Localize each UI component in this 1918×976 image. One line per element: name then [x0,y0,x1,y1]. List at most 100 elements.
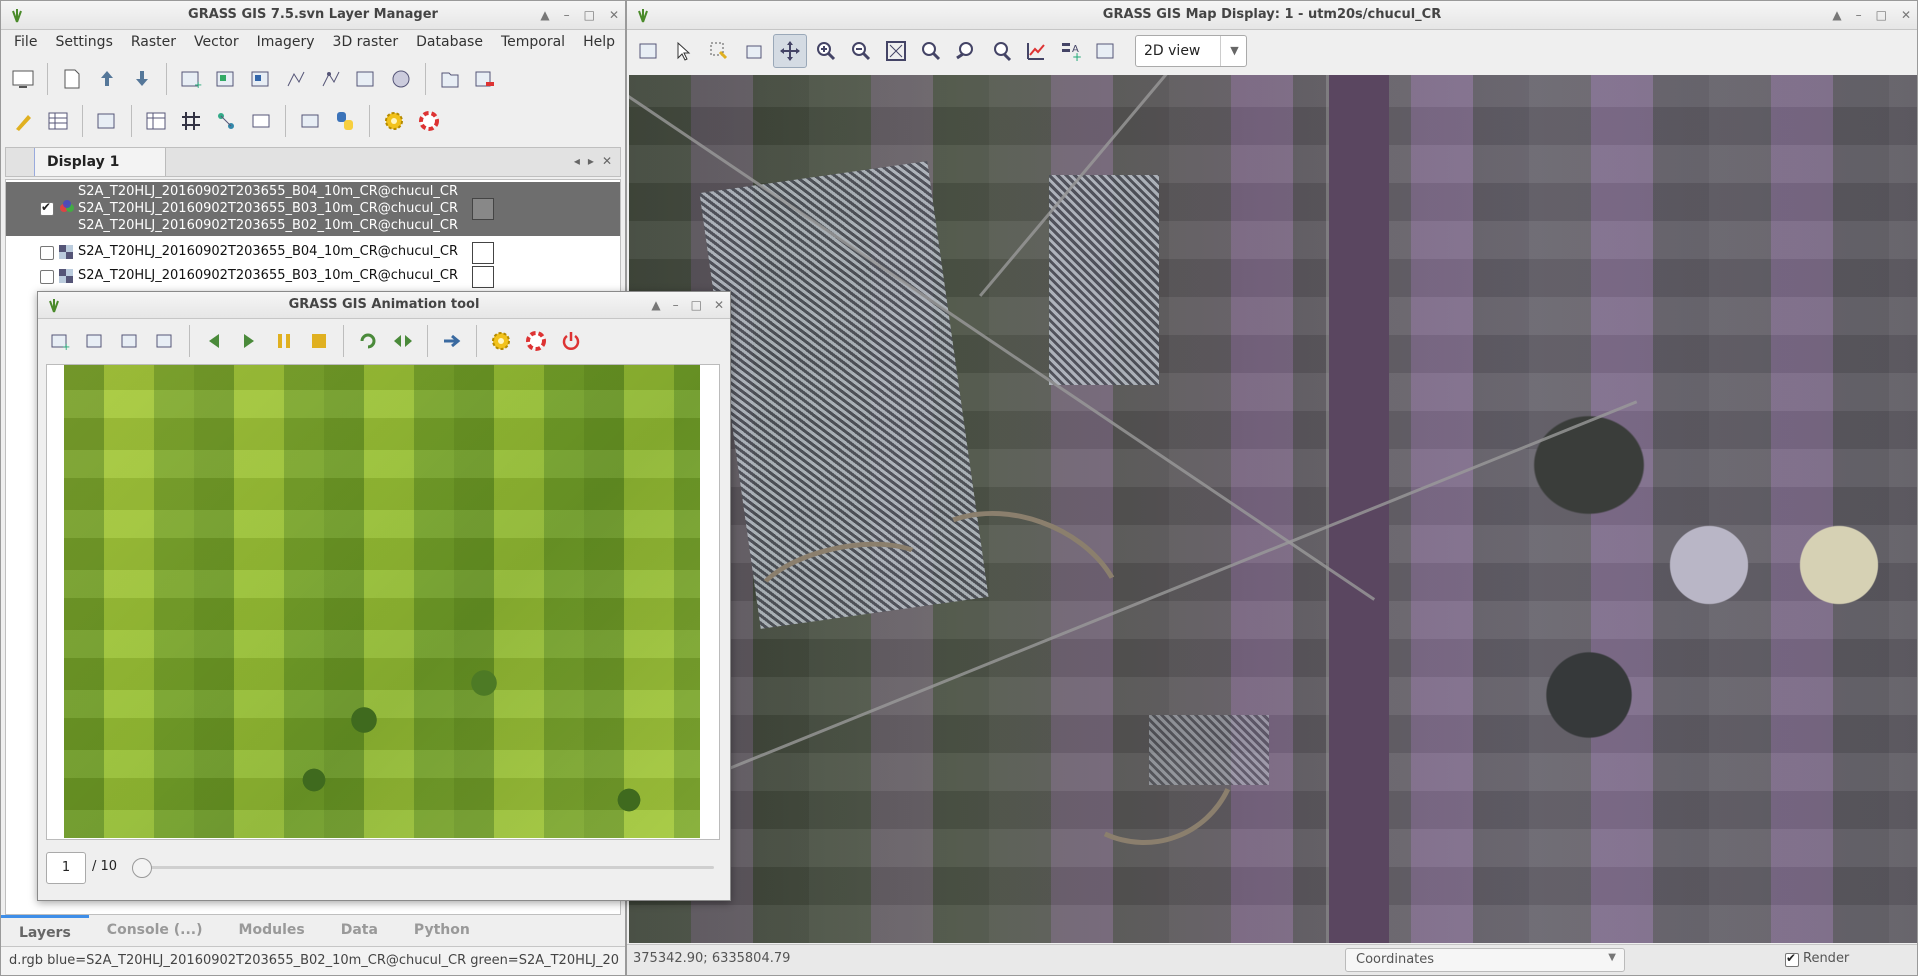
layer-b04-checkbox[interactable] [40,246,54,260]
add-overlay-icon[interactable] [350,63,382,95]
frame-slider[interactable] [132,858,714,878]
select-icon[interactable] [703,35,735,67]
add-vector-misc-icon[interactable] [315,63,347,95]
chevron-down-icon[interactable]: ▼ [1220,36,1248,66]
close-icon[interactable]: ✕ [714,292,724,318]
menu-database[interactable]: Database [407,34,492,50]
layer-row-rgb[interactable]: S2A_T20HLJ_20160902T203655_B04_10m_CR@ch… [6,182,620,236]
menu-3d-raster[interactable]: 3D raster [324,34,408,50]
cartographic-icon[interactable] [140,105,172,137]
pause-icon[interactable] [268,325,300,357]
minimize-icon[interactable]: – [1856,1,1862,29]
frame-spinner[interactable]: 1 [46,852,86,884]
export-animation-icon[interactable] [149,325,181,357]
menu-imagery[interactable]: Imagery [248,34,324,50]
save-display-icon[interactable] [1090,35,1122,67]
render-checkbox[interactable] [1785,951,1799,967]
tab-data[interactable]: Data [323,915,396,945]
help-lifebuoy-icon[interactable] [520,325,552,357]
play-forward-icon[interactable] [233,325,265,357]
edit-animation-icon[interactable] [79,325,111,357]
zoom-in-icon[interactable] [810,35,842,67]
layer-rgb-legend-icon[interactable] [472,198,494,220]
decorations-icon[interactable]: A + [1055,35,1087,67]
zoom-region-icon[interactable] [915,35,947,67]
add-group-icon[interactable] [434,63,466,95]
help-lifebuoy-icon[interactable] [413,105,445,137]
layer-b04-legend-icon[interactable] [472,242,494,264]
add-vector-icon[interactable] [280,63,312,95]
layer-b03-checkbox[interactable] [40,270,54,284]
menu-settings[interactable]: Settings [46,34,121,50]
tab-python[interactable]: Python [396,915,488,945]
maximize-icon[interactable]: □ [584,1,595,29]
attribute-table-icon[interactable] [42,105,74,137]
save-workspace-icon[interactable] [126,63,158,95]
map-calculator-icon[interactable] [91,105,123,137]
speed-arrow-icon[interactable] [436,325,468,357]
settings-gear-icon[interactable] [485,325,517,357]
chevron-down-icon[interactable]: ▼ [1608,952,1616,963]
add-3d-icon[interactable] [385,63,417,95]
add-multiple-rasters-icon[interactable] [245,63,277,95]
up-arrow-icon[interactable]: ▲ [1832,1,1841,29]
layer-b03-legend-icon[interactable] [472,266,494,288]
tab-next-icon[interactable]: ▸ [588,154,594,168]
grid-icon[interactable] [175,105,207,137]
render-map-icon[interactable] [633,35,665,67]
command-line[interactable]: d.rgb blue=S2A_T20HLJ_20160902T203655_B0… [1,946,625,975]
georectifier-icon[interactable] [245,105,277,137]
menu-file[interactable]: File [5,34,46,50]
tab-layers[interactable]: Layers [1,915,89,945]
menu-temporal[interactable]: Temporal [492,34,574,50]
new-workspace-icon[interactable] [56,63,88,95]
zoom-back-icon[interactable] [950,35,982,67]
analyze-icon[interactable] [1020,35,1052,67]
add-animation-icon[interactable]: + [44,325,76,357]
layer-row-b03[interactable]: S2A_T20HLJ_20160902T203655_B03_10m_CR@ch… [6,264,620,288]
ping-pong-icon[interactable] [387,325,419,357]
map-canvas[interactable] [629,75,1917,943]
frame-slider-knob[interactable] [132,858,152,878]
menu-vector[interactable]: Vector [185,34,248,50]
loop-icon[interactable] [352,325,384,357]
menu-raster[interactable]: Raster [122,34,185,50]
minimize-icon[interactable]: – [564,1,570,29]
play-backward-icon[interactable] [198,325,230,357]
up-arrow-icon[interactable]: ▲ [651,292,660,318]
tab-console[interactable]: Console (...) [89,915,221,945]
stop-icon[interactable] [303,325,335,357]
tab-display-1[interactable]: Display 1 [34,148,166,176]
tab-prev-icon[interactable]: ◂ [574,154,580,168]
add-rgb-icon[interactable] [210,63,242,95]
zoom-out-icon[interactable] [845,35,877,67]
pointer-icon[interactable] [668,35,700,67]
python-shell-icon[interactable] [329,105,361,137]
digitize-icon[interactable] [7,105,39,137]
tab-modules[interactable]: Modules [221,915,323,945]
remove-layer-icon[interactable] [469,63,501,95]
animation-view[interactable] [64,365,700,838]
up-arrow-icon[interactable]: ▲ [540,1,549,29]
new-display-icon[interactable] [7,63,39,95]
maximize-icon[interactable]: □ [691,292,702,318]
zoom-menu-icon[interactable] [985,35,1017,67]
settings-gear-icon[interactable] [378,105,410,137]
add-raster-icon[interactable]: + [175,63,207,95]
query-icon[interactable] [738,35,770,67]
power-quit-icon[interactable] [555,325,587,357]
reload-animation-icon[interactable] [114,325,146,357]
open-workspace-icon[interactable] [91,63,123,95]
zoom-extent-icon[interactable] [880,35,912,67]
close-icon[interactable]: ✕ [609,1,619,29]
layer-rgb-checkbox[interactable] [40,200,54,216]
map-swipe-icon[interactable] [294,105,326,137]
layer-row-b04[interactable]: S2A_T20HLJ_20160902T203655_B04_10m_CR@ch… [6,240,620,264]
minimize-icon[interactable]: – [673,292,679,318]
close-icon[interactable]: ✕ [1901,1,1911,29]
maximize-icon[interactable]: □ [1876,1,1887,29]
menu-help[interactable]: Help [574,34,624,50]
tab-close-icon[interactable]: ✕ [602,154,612,168]
view-mode-select[interactable]: 2D view ▼ [1135,35,1247,67]
pan-icon[interactable] [773,34,807,68]
